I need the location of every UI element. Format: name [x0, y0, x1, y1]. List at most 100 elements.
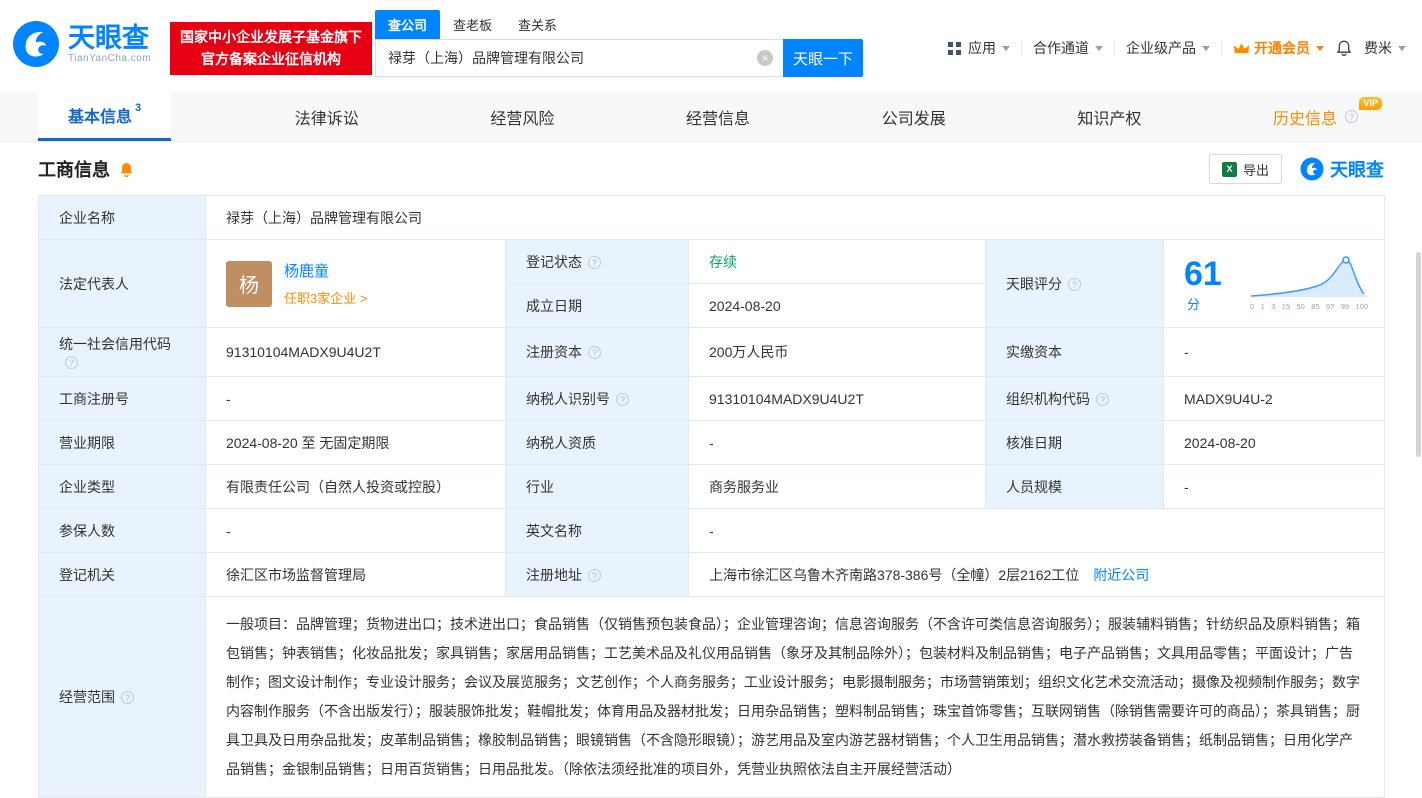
value-staff-size: -	[1162, 464, 1386, 509]
tab-label: 公司发展	[881, 110, 946, 128]
help-icon[interactable]	[65, 356, 78, 369]
help-icon[interactable]	[1068, 277, 1081, 291]
tianyancha-logo[interactable]: 天眼查 TianYanCha.com	[12, 20, 151, 68]
subscribe-bell-icon[interactable]	[118, 161, 135, 178]
nav-apps[interactable]: 应用	[948, 38, 1010, 58]
value-taxpayer-id: 91310104MADX9U4U2T	[688, 376, 986, 421]
value-insured-count: -	[205, 508, 506, 553]
label-registration-authority: 登记机关	[38, 552, 206, 597]
search-tabs: 查公司 查老板 查关系	[375, 10, 863, 39]
value-tianyan-score[interactable]: 61 分 0 1 3 15 50 85 97 99 100	[1162, 239, 1386, 328]
help-icon[interactable]	[616, 392, 629, 406]
value-registered-address: 上海市徐汇区乌鲁木齐南路378-386号（全幢）2层2162工位 附近公司	[687, 552, 1386, 597]
score-number-group: 61 分	[1184, 255, 1234, 313]
table-row: 企业类型 有限责任公司（自然人投资或控股） 行业 商务服务业 人员规模 -	[38, 464, 1386, 509]
tab-company-development[interactable]: 公司发展	[874, 92, 954, 141]
label-registration-status: 登记状态	[505, 239, 689, 284]
section-header: 工商信息 导出 天眼查	[0, 142, 1422, 195]
search-input[interactable]	[375, 39, 783, 77]
company-detail-tabs: 基本信息 3 法律诉讼 经营风险 经营信息 公司发展 知识产权 历史信息 VIP	[0, 92, 1422, 142]
label-company-name: 企业名称	[38, 195, 206, 240]
value-company-name: 禄芽（上海）品牌管理有限公司	[204, 195, 1386, 240]
export-button[interactable]: 导出	[1208, 154, 1282, 184]
legal-rep-companies-link[interactable]: 任职3家企业 >	[284, 288, 367, 307]
tab-intellectual-property[interactable]: 知识产权	[1069, 92, 1149, 141]
value-company-type: 有限责任公司（自然人投资或控股）	[205, 464, 506, 509]
score-curve	[1250, 256, 1368, 297]
label-business-scope: 经营范围	[38, 596, 206, 798]
watermark-logo: 天眼查	[1300, 156, 1384, 182]
search-button[interactable]: 天眼一下	[783, 39, 863, 77]
table-row: 登记机关 徐汇区市场监督管理局 注册地址 上海市徐汇区乌鲁木齐南路378-386…	[38, 552, 1386, 597]
label-company-type: 企业类型	[38, 464, 206, 509]
label-approval-date: 核准日期	[985, 420, 1164, 465]
table-row: 法定代表人 杨 杨鹿童 任职3家企业 > 登记状态 存续 天眼评分	[38, 239, 1386, 328]
nav-enterprise-products[interactable]: 企业级产品	[1126, 38, 1210, 58]
label-legal-representative: 法定代表人	[38, 239, 206, 328]
score-marker-dot	[1342, 256, 1350, 264]
search-area: 查公司 查老板 查关系 天眼一下	[375, 10, 863, 77]
value-registration-authority: 徐汇区市场监督管理局	[205, 552, 506, 597]
tianyancha-logo-icon	[1300, 157, 1324, 181]
value-registration-number: -	[205, 376, 506, 421]
table-row: 营业期限 2024-08-20 至 无固定期限 纳税人资质 - 核准日期 202…	[38, 420, 1386, 465]
nav-cooperation[interactable]: 合作通道	[1033, 38, 1103, 58]
watermark-logo-text: 天眼查	[1330, 160, 1384, 180]
legal-rep-avatar[interactable]: 杨	[226, 260, 272, 307]
help-icon[interactable]	[588, 255, 601, 269]
nav-divider	[1114, 40, 1115, 56]
value-business-term: 2024-08-20 至 无固定期限	[205, 420, 506, 465]
search-tab-relation[interactable]: 查关系	[505, 10, 570, 39]
label-taxpayer-qualification: 纳税人资质	[505, 420, 689, 465]
help-icon[interactable]	[588, 346, 601, 359]
vertical-scrollbar[interactable]	[1416, 252, 1421, 457]
tab-label: 经营风险	[490, 110, 555, 128]
help-icon[interactable]	[1344, 110, 1358, 123]
nav-open-vip[interactable]: 开通会员	[1233, 38, 1324, 58]
search-input-wrap	[375, 39, 783, 77]
label-business-term: 营业期限	[38, 420, 206, 465]
tab-label: 基本信息	[68, 109, 133, 126]
nearby-companies-link[interactable]: 附近公司	[1093, 567, 1149, 583]
notifications-bell[interactable]	[1335, 39, 1353, 57]
nav-divider	[1021, 40, 1022, 56]
nav-user-account[interactable]: 费米	[1364, 38, 1406, 58]
nav-enterprise-label: 企业级产品	[1126, 40, 1196, 56]
help-icon[interactable]	[121, 691, 134, 704]
excel-icon	[1221, 161, 1237, 177]
vip-badge: VIP	[1359, 97, 1382, 110]
nav-divider	[1221, 40, 1222, 56]
table-row: 统一社会信用代码 91310104MADX9U4U2T 注册资本 200万人民币…	[38, 327, 1386, 377]
search-tab-boss[interactable]: 查老板	[440, 10, 505, 39]
value-legal-representative: 杨 杨鹿童 任职3家企业 >	[205, 239, 506, 328]
logo-domain: TianYanCha.com	[68, 52, 152, 64]
clear-icon[interactable]	[757, 50, 773, 66]
legal-rep-name-link[interactable]: 杨鹿童	[284, 260, 367, 281]
label-registered-capital: 注册资本	[505, 327, 689, 377]
crown-icon	[1233, 42, 1250, 53]
tab-basic-info[interactable]: 基本信息 3	[38, 92, 172, 141]
label-paid-capital: 实缴资本	[985, 327, 1164, 377]
help-icon[interactable]	[1096, 392, 1109, 406]
section-actions: 导出 天眼查	[1208, 154, 1384, 184]
gov-badge-line2: 官方备案企业征信机构	[201, 50, 341, 67]
legal-rep-info: 杨鹿童 任职3家企业 >	[284, 260, 367, 307]
tab-history-info[interactable]: 历史信息 VIP	[1265, 92, 1384, 141]
nav-user-label: 费米	[1364, 40, 1392, 56]
chevron-down-icon	[1002, 45, 1010, 51]
value-establish-date: 2024-08-20	[688, 283, 986, 328]
tab-legal-litigation[interactable]: 法律诉讼	[287, 92, 367, 141]
score-distribution-chart: 0 1 3 15 50 85 97 99 100	[1250, 256, 1368, 311]
label-organization-code: 组织机构代码	[985, 376, 1164, 421]
business-info-table: 企业名称 禄芽（上海）品牌管理有限公司 法定代表人 杨 杨鹿童 任职3家企业 >	[38, 195, 1386, 798]
search-tab-company[interactable]: 查公司	[375, 10, 441, 39]
tab-business-info[interactable]: 经营信息	[678, 92, 758, 141]
gov-certification-badge: 国家中小企业发展子基金旗下 官方备案企业征信机构	[170, 22, 372, 76]
label-industry: 行业	[505, 464, 689, 509]
tab-business-risk[interactable]: 经营风险	[482, 92, 562, 141]
label-staff-size: 人员规模	[985, 464, 1164, 509]
help-icon[interactable]	[588, 568, 601, 582]
value-business-scope: 一般项目：品牌管理；货物进出口；技术进出口；食品销售（仅销售预包装食品）；企业管…	[204, 596, 1386, 798]
top-nav: 应用 合作通道 企业级产品 开通会员 费米	[948, 38, 1406, 58]
tab-label: 经营信息	[686, 110, 751, 128]
